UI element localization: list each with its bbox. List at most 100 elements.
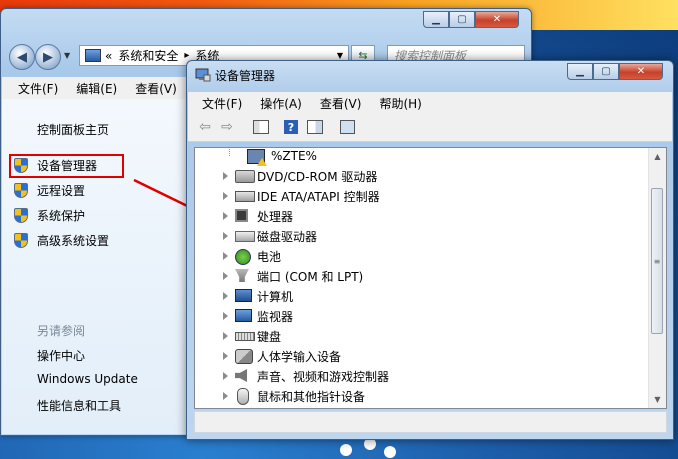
help-button[interactable]: ?	[282, 119, 300, 135]
menu-file[interactable]: 文件(F)	[18, 80, 58, 97]
disk-drive-icon	[235, 231, 255, 242]
scan-hardware-button[interactable]	[338, 119, 356, 135]
device-manager-menubar: 文件(F) 操作(A) 查看(V) 帮助(H)	[188, 92, 672, 114]
tree-item-monitor[interactable]: 监视器	[195, 306, 650, 326]
back-button[interactable]: ◀	[9, 44, 35, 70]
menu-help[interactable]: 帮助(H)	[379, 95, 421, 112]
forward-button[interactable]: ⇨	[218, 119, 236, 135]
expand-icon[interactable]	[223, 172, 228, 180]
device-manager-window-controls: ▁ ▢ ✕	[567, 63, 663, 80]
minimize-button[interactable]: ▁	[423, 11, 449, 28]
maximize-button[interactable]: ▢	[593, 63, 619, 80]
see-also-performance[interactable]: 性能信息和工具	[37, 397, 121, 414]
tree-item-disk[interactable]: 磁盘驱动器	[195, 226, 650, 246]
computer-icon	[235, 289, 252, 302]
menu-view[interactable]: 查看(V)	[320, 95, 362, 112]
expand-icon[interactable]	[223, 372, 228, 380]
sidebar-item-label: 远程设置	[37, 184, 86, 198]
expand-icon[interactable]	[223, 272, 228, 280]
forward-button[interactable]: ▶	[35, 44, 61, 70]
warning-device-icon	[247, 148, 267, 166]
tree-item-processor[interactable]: 处理器	[195, 206, 650, 226]
dvd-drive-icon	[235, 170, 255, 183]
tree-item-label: %ZTE%	[271, 149, 317, 163]
sound-icon	[235, 369, 247, 382]
tree-item-keyboard[interactable]: 键盘	[195, 326, 650, 346]
recent-pages-dropdown[interactable]: ▼	[64, 51, 70, 60]
system-sidebar: 控制面板主页 设备管理器 远程设置 系统保护 高级系统设置 另请参阅 操作中心 …	[2, 99, 187, 434]
sidebar-item-system-protection[interactable]: 系统保护	[14, 207, 85, 224]
see-also-action-center[interactable]: 操作中心	[37, 347, 85, 364]
tree-item-label: 监视器	[257, 309, 294, 324]
uac-shield-icon	[14, 183, 28, 198]
monitor-icon	[235, 309, 252, 322]
expand-icon[interactable]	[223, 292, 228, 300]
keyboard-icon	[235, 332, 255, 341]
tree-item-ide[interactable]: IDE ATA/ATAPI 控制器	[195, 186, 650, 206]
tree-item-label: 声音、视频和游戏控制器	[257, 369, 390, 384]
tree-item-port[interactable]: 端口 (COM 和 LPT)	[195, 266, 650, 286]
tree-item-zte[interactable]: %ZTE%	[195, 148, 650, 166]
tree-item-label: 人体学输入设备	[257, 349, 342, 364]
tree-item-label: 端口 (COM 和 LPT)	[257, 269, 364, 284]
expand-icon[interactable]	[223, 392, 228, 400]
breadcrumb-item-system-security[interactable]: 系统和安全	[118, 47, 178, 64]
expand-icon[interactable]	[223, 332, 228, 340]
scroll-up-icon[interactable]: ▲	[649, 148, 666, 165]
expand-icon[interactable]	[223, 192, 228, 200]
maximize-button[interactable]: ▢	[449, 11, 475, 28]
device-tree: %ZTE% DVD/CD-ROM 驱动器 IDE ATA/ATAPI 控制器 处…	[194, 147, 667, 409]
sidebar-item-remote-settings[interactable]: 远程设置	[14, 182, 85, 199]
device-manager-icon	[195, 68, 211, 82]
tree-item-sound[interactable]: 声音、视频和游戏控制器	[195, 366, 650, 386]
close-button[interactable]: ✕	[475, 11, 519, 28]
tree-item-label: 磁盘驱动器	[257, 229, 318, 244]
back-button[interactable]: ⇦	[196, 119, 214, 135]
sidebar-item-label: 高级系统设置	[37, 234, 110, 248]
scroll-thumb[interactable]: ≡	[651, 188, 663, 334]
tree-item-computer[interactable]: 计算机	[195, 286, 650, 306]
expand-icon[interactable]	[223, 232, 228, 240]
close-button[interactable]: ✕	[619, 63, 663, 80]
uac-shield-icon	[14, 233, 28, 248]
see-also-windows-update[interactable]: Windows Update	[37, 372, 138, 386]
system-window-controls: ▁ ▢ ✕	[423, 11, 519, 28]
sidebar-item-advanced-settings[interactable]: 高级系统设置	[14, 232, 109, 249]
tree-item-dvd[interactable]: DVD/CD-ROM 驱动器	[195, 166, 650, 186]
tree-item-battery[interactable]: 电池	[195, 246, 650, 266]
menu-view[interactable]: 查看(V)	[135, 80, 177, 97]
tree-item-label: DVD/CD-ROM 驱动器	[257, 169, 378, 184]
tree-item-label: 处理器	[257, 209, 294, 224]
device-manager-toolbar: ⇦ ⇨ ?	[188, 114, 672, 142]
menu-file[interactable]: 文件(F)	[202, 95, 242, 112]
console-tree-icon	[253, 120, 269, 134]
menu-edit[interactable]: 编辑(E)	[76, 80, 117, 97]
breadcrumb-prefix[interactable]: «	[105, 49, 112, 63]
tree-item-mouse[interactable]: 鼠标和其他指针设备	[195, 386, 650, 406]
expand-icon[interactable]	[223, 252, 228, 260]
ide-controller-icon	[235, 191, 255, 202]
window-title: 设备管理器	[215, 69, 276, 83]
expand-icon[interactable]	[223, 312, 228, 320]
breadcrumb-separator-icon[interactable]: ▸	[184, 50, 189, 61]
sidebar-home-link[interactable]: 控制面板主页	[37, 121, 109, 138]
scroll-down-icon[interactable]: ▼	[649, 391, 666, 408]
tree-vertical-scrollbar[interactable]: ▲ ≡ ▼	[648, 148, 666, 408]
tree-item-hid[interactable]: 人体学输入设备	[195, 346, 650, 366]
uac-shield-icon	[14, 208, 28, 223]
minimize-button[interactable]: ▁	[567, 63, 593, 80]
back-arrow-icon: ◀	[17, 49, 27, 65]
address-dropdown-icon[interactable]: ▼	[337, 51, 343, 60]
expand-icon[interactable]	[223, 212, 228, 220]
menu-action[interactable]: 操作(A)	[260, 95, 302, 112]
hid-icon	[235, 349, 253, 364]
tree-item-label: 鼠标和其他指针设备	[257, 389, 366, 404]
expand-icon[interactable]	[223, 352, 228, 360]
scan-hardware-icon	[339, 120, 355, 134]
tree-item-label: 计算机	[257, 289, 294, 304]
battery-icon	[235, 249, 251, 265]
sidebar-item-label: 系统保护	[37, 209, 86, 223]
show-hide-tree-button[interactable]	[252, 119, 270, 135]
highlight-box	[9, 154, 124, 178]
properties-button[interactable]	[306, 119, 324, 135]
